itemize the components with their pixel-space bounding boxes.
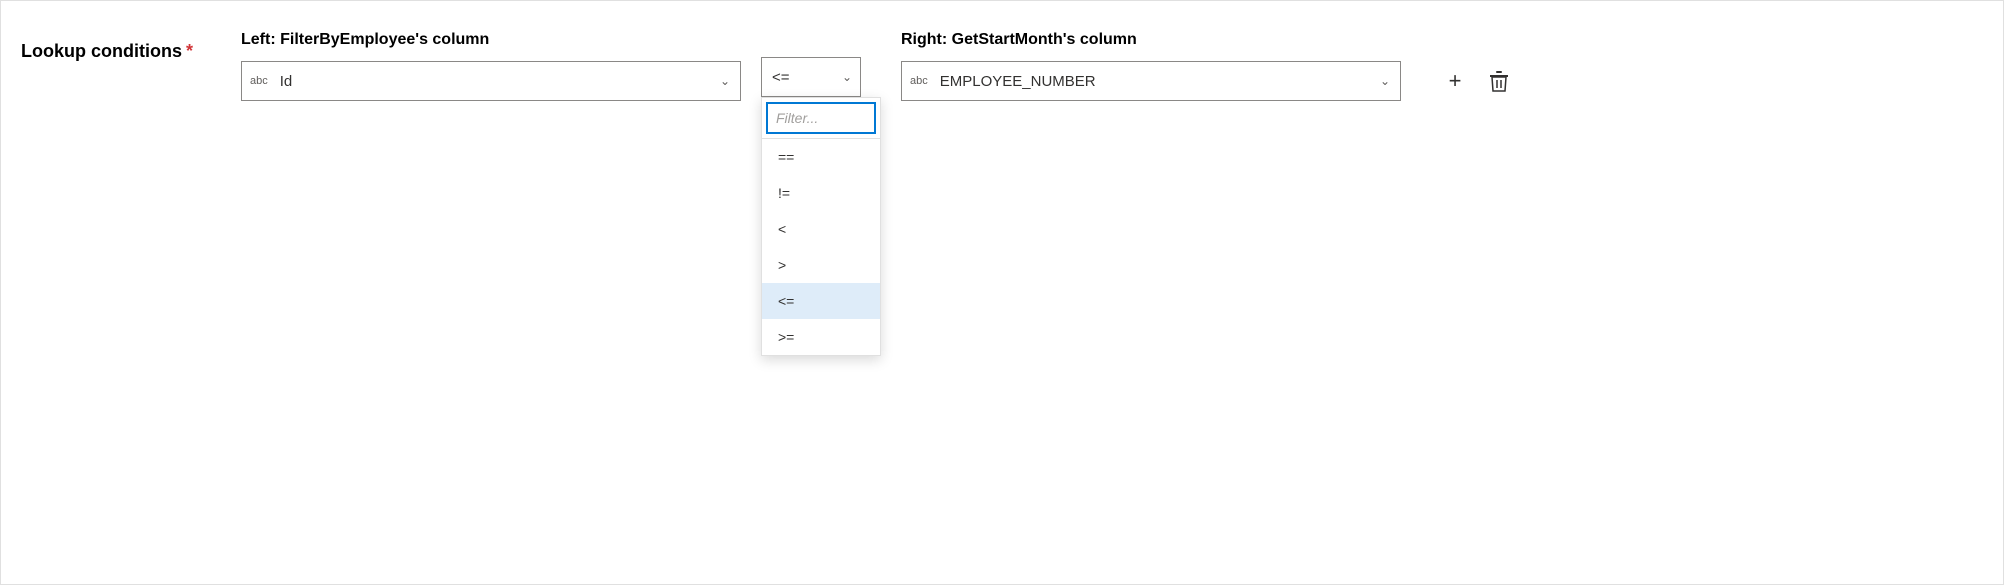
operator-dropdown-menu: == != < > <= >= bbox=[761, 97, 881, 356]
lookup-conditions-panel: Lookup conditions * Left: FilterByEmploy… bbox=[0, 0, 2004, 585]
required-indicator: * bbox=[186, 41, 193, 62]
left-column-value: Id bbox=[276, 73, 710, 90]
right-column-dropdown[interactable]: abc EMPLOYEE_NUMBER ⌄ bbox=[901, 61, 1401, 101]
left-column-section: Left: FilterByEmployee's column abc Id ⌄ bbox=[241, 31, 741, 101]
operator-option-lte[interactable]: <= bbox=[762, 283, 880, 319]
label-section: Lookup conditions * bbox=[21, 31, 221, 62]
add-icon: + bbox=[1449, 68, 1462, 94]
right-column-chevron-icon: ⌄ bbox=[1370, 74, 1400, 88]
operator-chevron-icon: ⌄ bbox=[834, 70, 860, 84]
operator-option-lt[interactable]: < bbox=[762, 211, 880, 247]
delete-button[interactable] bbox=[1481, 63, 1517, 99]
operator-option-gt[interactable]: > bbox=[762, 247, 880, 283]
operator-filter-input[interactable] bbox=[766, 102, 876, 134]
left-column-dropdown[interactable]: abc Id ⌄ bbox=[241, 61, 741, 101]
operator-dropdown[interactable]: <= ⌄ bbox=[761, 57, 861, 97]
lookup-conditions-label: Lookup conditions bbox=[21, 41, 182, 62]
left-column-title: Left: FilterByEmployee's column bbox=[241, 31, 741, 53]
right-column-title: Right: GetStartMonth's column bbox=[901, 31, 1401, 53]
add-button[interactable]: + bbox=[1437, 63, 1473, 99]
trash-icon bbox=[1489, 70, 1509, 92]
filter-input-container bbox=[762, 98, 880, 139]
left-column-chevron-icon: ⌄ bbox=[710, 74, 740, 88]
right-column-section: Right: GetStartMonth's column abc EMPLOY… bbox=[901, 31, 1401, 101]
right-type-badge: abc bbox=[902, 75, 936, 87]
action-buttons: + bbox=[1437, 63, 1517, 99]
operator-value: <= bbox=[762, 69, 834, 86]
left-type-badge: abc bbox=[242, 75, 276, 87]
operator-section: <= ⌄ == != < > <= >= bbox=[761, 57, 861, 97]
right-column-value: EMPLOYEE_NUMBER bbox=[936, 73, 1370, 90]
operator-option-eq[interactable]: == bbox=[762, 139, 880, 175]
operator-option-neq[interactable]: != bbox=[762, 175, 880, 211]
operator-option-gte[interactable]: >= bbox=[762, 319, 880, 355]
